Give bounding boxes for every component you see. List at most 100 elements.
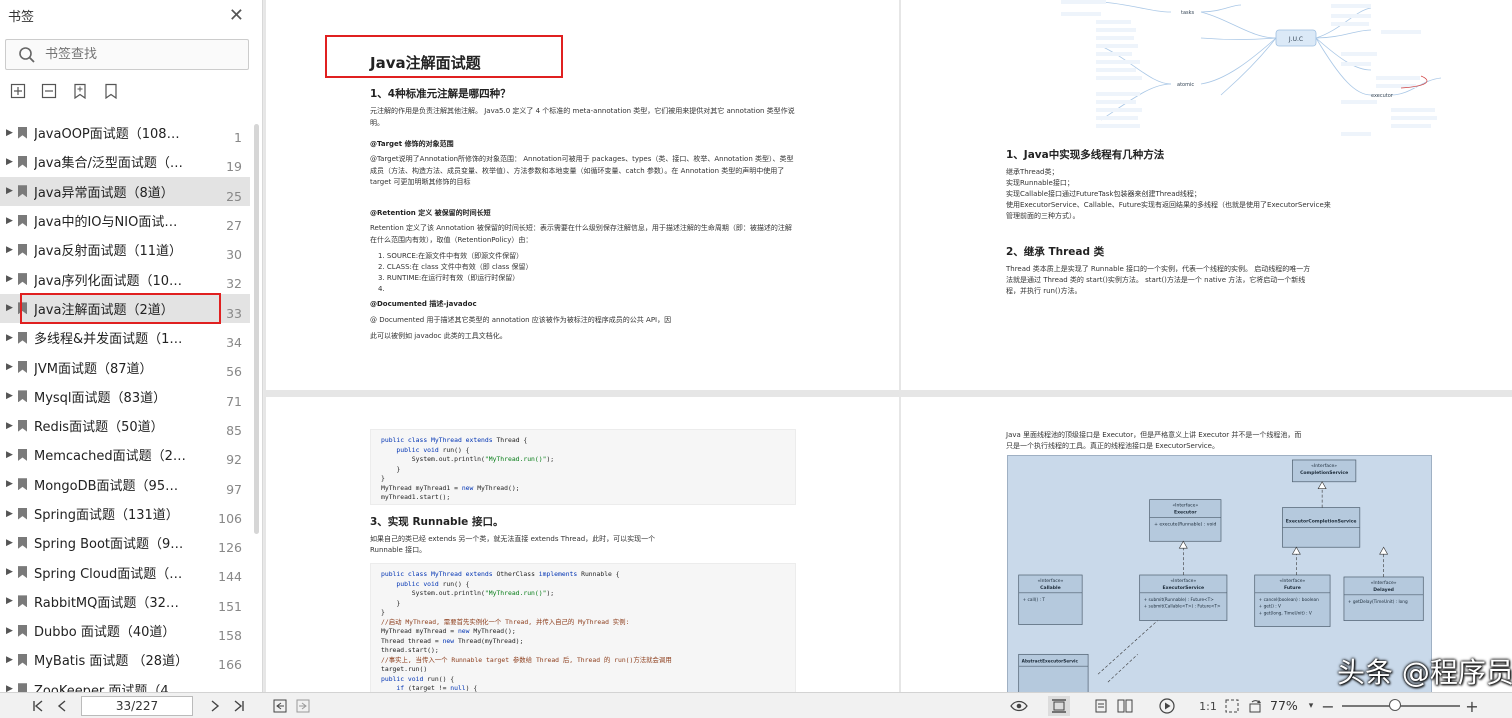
bookmark-item[interactable]: ▶ Java集合/泛型面试题（2... 19: [0, 147, 250, 176]
uml-class-callable: Callable: [1040, 585, 1061, 591]
expand-arrow-icon[interactable]: ▶: [6, 245, 13, 255]
bookmark-flag-icon: [18, 390, 27, 403]
bookmark-item[interactable]: ▶ Redis面试题（50道） 85: [0, 411, 250, 440]
next-page-icon[interactable]: [208, 697, 222, 715]
bottom-toolbar: 1:1 77% ▾ − +: [0, 692, 1512, 718]
expand-arrow-icon[interactable]: ▶: [6, 362, 13, 372]
bookmark-item[interactable]: ▶ Java反射面试题（11道） 30: [0, 235, 250, 264]
single-page-view-icon[interactable]: [1048, 696, 1070, 716]
expand-arrow-icon[interactable]: ▶: [6, 596, 13, 606]
expand-arrow-icon[interactable]: ▶: [6, 479, 13, 489]
bookmark-flag-icon: [18, 595, 27, 608]
expand-arrow-icon[interactable]: ▶: [6, 186, 13, 196]
bookmark-item[interactable]: ▶ Java异常面试题（8道） 25: [0, 176, 250, 206]
document-view-icon[interactable]: [1093, 697, 1109, 715]
paragraph-line: Thread 类本质上是实现了 Runnable 接口的一个实例，代表一个线程的…: [1006, 265, 1311, 273]
add-bookmark-icon[interactable]: [71, 82, 89, 100]
bookmark-item[interactable]: ▶ Mysql面试题（83道） 71: [0, 382, 250, 411]
list-item: 实现Callable接口通过FutureTask包装器来创建Thread线程；: [1006, 190, 1201, 198]
close-icon[interactable]: ✕: [229, 5, 244, 26]
bookmark-item[interactable]: ▶ Memcached面试题（24... 92: [0, 440, 250, 469]
uml-stereotype: «Interface»: [1311, 463, 1337, 469]
expand-arrow-icon[interactable]: ▶: [6, 450, 13, 460]
eye-icon[interactable]: [1010, 697, 1028, 715]
bookmark-item[interactable]: ▶ JVM面试题（87道） 56: [0, 352, 250, 381]
expand-arrow-icon[interactable]: ▶: [6, 538, 13, 548]
expand-arrow-icon[interactable]: ▶: [6, 567, 13, 577]
uml-class-executor: Executor: [1174, 510, 1197, 516]
list-item: 实现Runnable接口；: [1006, 179, 1074, 187]
zoom-slider-track[interactable]: [1342, 705, 1460, 707]
zoom-in-icon[interactable]: +: [1465, 697, 1478, 716]
list-item: 1. SOURCE:在源文件中有效（即源文件保留）: [378, 252, 524, 260]
bookmark-item[interactable]: ▶ JavaOOP面试题（108道） 1: [0, 118, 250, 147]
bookmark-list: ▶ JavaOOP面试题（108道） 1 ▶ Java集合/泛型面试题（2... 19 ▶ J…: [0, 118, 250, 692]
expand-arrow-icon[interactable]: ▶: [6, 626, 13, 636]
zoom-out-icon[interactable]: −: [1321, 697, 1334, 716]
bookmark-item[interactable]: ▶ Spring面试题（131道） 106: [0, 499, 250, 528]
two-page-view-icon[interactable]: [1116, 697, 1134, 715]
last-page-icon[interactable]: [231, 697, 247, 715]
bookmark-search-box[interactable]: [5, 39, 249, 70]
expand-arrow-icon[interactable]: ▶: [6, 274, 13, 284]
paragraph-line: 只是一个执行线程的工具。真正的线程池接口是 ExecutorService。: [1006, 442, 1219, 450]
expand-arrow-icon[interactable]: ▶: [6, 333, 13, 343]
back-icon[interactable]: [272, 697, 288, 715]
bookmark-label: Spring Cloud面试题（35...: [34, 566, 189, 582]
sidebar-scrollbar[interactable]: [254, 124, 259, 534]
expand-arrow-icon[interactable]: ▶: [6, 509, 13, 519]
bookmark-item[interactable]: ▶ Java中的IO与NIO面试题... 27: [0, 206, 250, 235]
bookmark-item[interactable]: ▶ MongoDB面试题（95道） 97: [0, 470, 250, 499]
bookmark-search-input[interactable]: [45, 47, 225, 62]
bookmark-label: Java注解面试题（2道）: [34, 302, 174, 318]
bookmark-label: Spring Boot面试题（92...: [34, 537, 189, 553]
expand-arrow-icon[interactable]: ▶: [6, 391, 13, 401]
actual-size-icon[interactable]: 1:1: [1198, 697, 1218, 715]
list-item: 4.: [378, 285, 385, 293]
expand-arrow-icon[interactable]: ▶: [6, 157, 13, 167]
list-item: 3. RUNTIME:在运行时有效（即运行时保留）: [378, 274, 520, 282]
bookmark-item[interactable]: ▶ ZooKeeper 面试题（49...: [0, 675, 250, 692]
bookmark-flag-icon: [18, 653, 27, 666]
bookmark-icon[interactable]: [102, 82, 120, 100]
zoom-slider-thumb[interactable]: [1389, 699, 1401, 711]
bookmark-flag-icon: [18, 155, 27, 168]
bookmark-item[interactable]: ▶ Spring Boot面试题（92... 126: [0, 528, 250, 557]
bookmark-item[interactable]: ▶ Dubbo 面试题（40道） 158: [0, 616, 250, 645]
documented-heading: @Documented 描述-javadoc: [370, 300, 477, 308]
forward-icon[interactable]: [295, 697, 311, 715]
zoom-level[interactable]: 77%: [1270, 698, 1298, 713]
collapse-all-icon[interactable]: [40, 82, 58, 100]
expand-arrow-icon[interactable]: ▶: [6, 684, 13, 692]
bookmark-item[interactable]: ▶ RabbitMQ面试题（32道） 151: [0, 587, 250, 616]
zoom-dropdown-icon[interactable]: ▾: [1306, 697, 1316, 715]
expand-arrow-icon[interactable]: ▶: [6, 216, 13, 226]
uml-stereotype: «Interface»: [1170, 578, 1196, 584]
bookmark-label: MongoDB面试题（95道）: [34, 478, 189, 494]
bookmark-item[interactable]: ▶ Java注解面试题（2道） 33: [0, 293, 250, 324]
bookmark-page-number: 92: [226, 452, 242, 468]
uml-class-abstractexecutorservice: AbstractExecutorServic: [1022, 658, 1079, 664]
play-icon[interactable]: [1158, 697, 1176, 715]
prev-page-icon[interactable]: [55, 697, 69, 715]
rotate-icon[interactable]: [1247, 697, 1263, 715]
bookmark-label: MyBatis 面试题 （28道）: [34, 654, 189, 670]
bookmark-item[interactable]: ▶ MyBatis 面试题 （28道） 166: [0, 645, 250, 674]
expand-arrow-icon[interactable]: ▶: [6, 128, 13, 138]
expand-arrow-icon[interactable]: ▶: [6, 303, 13, 313]
expand-all-icon[interactable]: [9, 82, 27, 100]
bookmark-item[interactable]: ▶ Java序列化面试题（10道） 32: [0, 264, 250, 293]
watermark: 头条 @程序员高级码农II: [1337, 656, 1512, 689]
first-page-icon[interactable]: [30, 697, 46, 715]
bookmark-item[interactable]: ▶ 多线程&并发面试题（10... 34: [0, 323, 250, 352]
page-number-input[interactable]: [81, 696, 193, 716]
documented-text-2: 此可以被例如 javadoc 此类的工具文档化。: [370, 332, 507, 340]
bookmark-item[interactable]: ▶ Spring Cloud面试题（35... 144: [0, 557, 250, 586]
page-34: J.U.C tasks atomic executor 1、Java中实现多线程…: [901, 0, 1512, 390]
expand-arrow-icon[interactable]: ▶: [6, 421, 13, 431]
fit-page-icon[interactable]: [1224, 697, 1240, 715]
sidebar-header: 书签 ✕: [0, 0, 262, 30]
expand-arrow-icon[interactable]: ▶: [6, 655, 13, 665]
bookmark-label: Memcached面试题（24...: [34, 449, 189, 465]
bookmark-flag-icon: [18, 624, 27, 637]
